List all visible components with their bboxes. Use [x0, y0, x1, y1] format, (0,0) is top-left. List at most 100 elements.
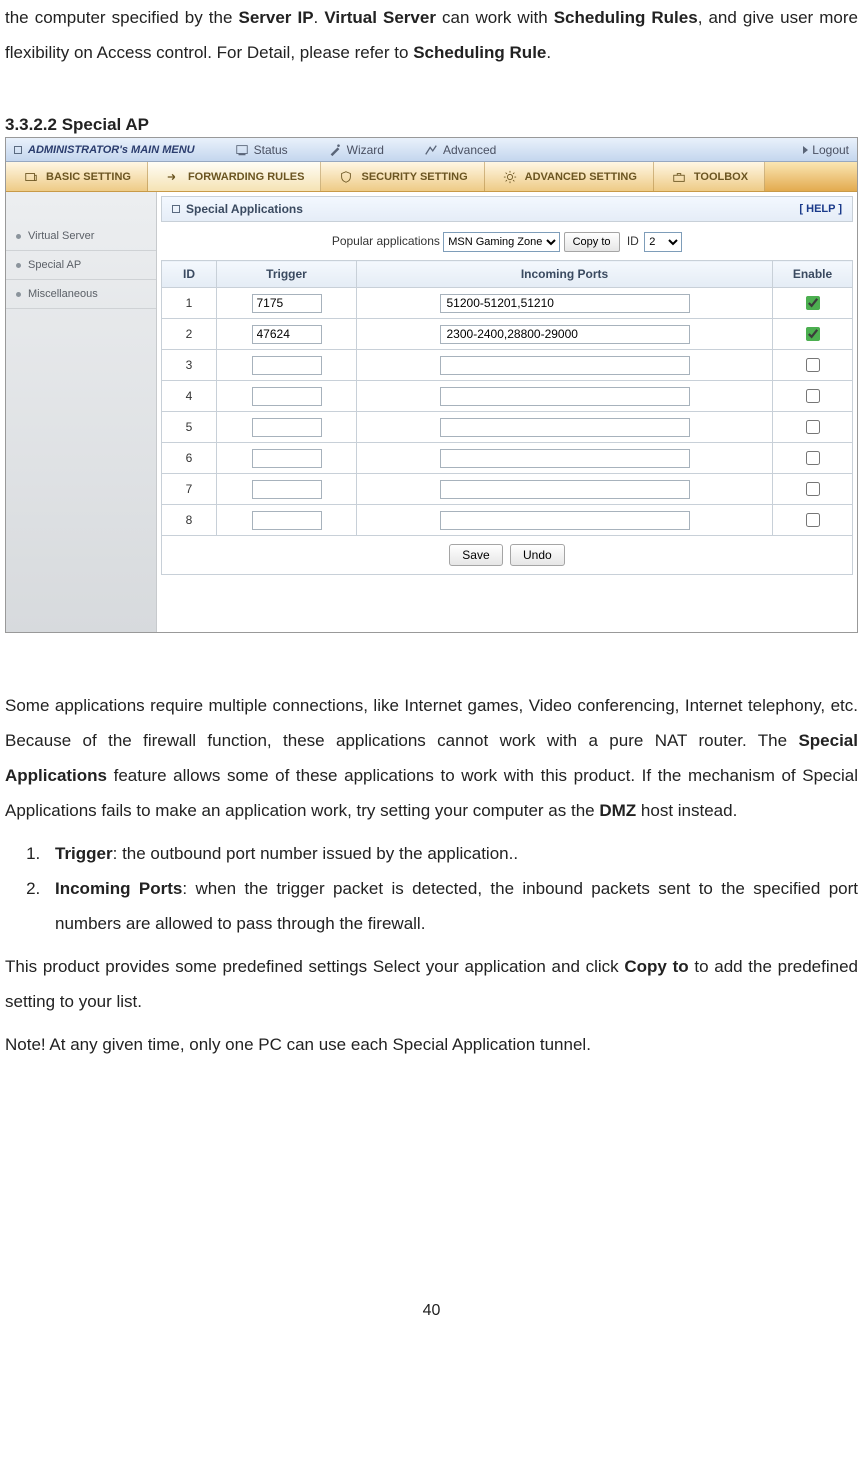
b: Trigger — [55, 844, 113, 863]
t: . — [546, 43, 551, 62]
definition-list: Trigger: the outbound port number issued… — [5, 836, 858, 941]
cell-trigger — [217, 381, 357, 412]
trigger-input[interactable] — [252, 449, 322, 468]
arrow-right-icon — [803, 146, 808, 154]
cell-id: 7 — [162, 474, 217, 505]
undo-button[interactable]: Undo — [510, 544, 565, 566]
incoming-ports-input[interactable] — [440, 449, 690, 468]
enable-checkbox[interactable] — [806, 358, 820, 372]
incoming-ports-input[interactable] — [440, 418, 690, 437]
cell-id: 3 — [162, 350, 217, 381]
trigger-input[interactable] — [252, 294, 322, 313]
trigger-input[interactable] — [252, 325, 322, 344]
cell-enable — [773, 412, 853, 443]
bullet-icon — [16, 263, 21, 268]
id-label: ID — [627, 234, 639, 248]
cell-id: 5 — [162, 412, 217, 443]
cell-trigger — [217, 474, 357, 505]
sidebar-item-label: Virtual Server — [28, 230, 94, 242]
tab-security-setting[interactable]: SECURITY SETTING — [321, 162, 484, 191]
b: Server IP — [238, 8, 313, 27]
top-menu-label: Wizard — [347, 143, 384, 157]
tab-label: BASIC SETTING — [46, 171, 131, 183]
basic-icon — [22, 170, 40, 184]
sidebar-item-virtual-server[interactable]: Virtual Server — [6, 222, 156, 251]
panel-title: Special Applications — [186, 202, 303, 216]
tab-label: SECURITY SETTING — [361, 171, 467, 183]
trigger-input[interactable] — [252, 387, 322, 406]
enable-checkbox[interactable] — [806, 513, 820, 527]
note-paragraph: Note! At any given time, only one PC can… — [5, 1027, 858, 1062]
trigger-input[interactable] — [252, 480, 322, 499]
enable-checkbox[interactable] — [806, 482, 820, 496]
enable-checkbox[interactable] — [806, 389, 820, 403]
enable-checkbox[interactable] — [806, 451, 820, 465]
enable-checkbox[interactable] — [806, 327, 820, 341]
tab-advanced-setting[interactable]: ADVANCED SETTING — [485, 162, 654, 191]
bullet-icon — [16, 292, 21, 297]
save-button[interactable]: Save — [449, 544, 502, 566]
tab-label: TOOLBOX — [694, 171, 748, 183]
logout-link[interactable]: Logout — [803, 143, 849, 157]
incoming-ports-input[interactable] — [440, 356, 690, 375]
trigger-input[interactable] — [252, 418, 322, 437]
table-row: 5 — [162, 412, 853, 443]
t: This product provides some predefined se… — [5, 957, 624, 976]
save-bar: Save Undo — [161, 536, 853, 575]
sidebar-item-miscellaneous[interactable]: Miscellaneous — [6, 280, 156, 309]
trigger-input[interactable] — [252, 356, 322, 375]
top-menu-status[interactable]: Status — [235, 143, 288, 157]
incoming-ports-input[interactable] — [440, 480, 690, 499]
copy-to-button[interactable]: Copy to — [564, 232, 620, 252]
top-menu-advanced[interactable]: Advanced — [424, 143, 496, 157]
cell-ports — [357, 288, 773, 319]
forwarding-icon — [164, 170, 182, 184]
cell-enable — [773, 319, 853, 350]
b: Scheduling Rules — [554, 8, 698, 27]
cell-trigger — [217, 288, 357, 319]
cell-enable — [773, 381, 853, 412]
enable-checkbox[interactable] — [806, 296, 820, 310]
cell-trigger — [217, 319, 357, 350]
b: DMZ — [599, 801, 636, 820]
popular-apps-select[interactable]: MSN Gaming Zone — [443, 232, 560, 252]
trigger-input[interactable] — [252, 511, 322, 530]
tab-forwarding-rules[interactable]: FORWARDING RULES — [148, 162, 322, 191]
page-number: 40 — [5, 1302, 858, 1320]
incoming-ports-input[interactable] — [440, 387, 690, 406]
intro-paragraph: the computer specified by the Server IP.… — [5, 0, 858, 70]
col-incoming-ports: Incoming Ports — [357, 261, 773, 288]
table-row: 1 — [162, 288, 853, 319]
tab-basic-setting[interactable]: BASIC SETTING — [6, 162, 148, 191]
enable-checkbox[interactable] — [806, 420, 820, 434]
table-row: 2 — [162, 319, 853, 350]
id-select[interactable]: 2 — [644, 232, 682, 252]
cell-enable — [773, 474, 853, 505]
cell-id: 2 — [162, 319, 217, 350]
status-icon — [235, 143, 249, 157]
t: the computer specified by the — [5, 8, 238, 27]
tab-toolbox[interactable]: TOOLBOX — [654, 162, 765, 191]
incoming-ports-input[interactable] — [440, 511, 690, 530]
help-link[interactable]: [ HELP ] — [799, 203, 842, 215]
table-row: 4 — [162, 381, 853, 412]
toolbox-icon — [670, 170, 688, 184]
b: Virtual Server — [324, 8, 436, 27]
top-menu-label: Status — [254, 143, 288, 157]
incoming-ports-input[interactable] — [440, 325, 690, 344]
top-menu-wizard[interactable]: Wizard — [328, 143, 384, 157]
cell-trigger — [217, 412, 357, 443]
popular-apps-label: Popular applications — [332, 234, 440, 248]
tab-label: ADVANCED SETTING — [525, 171, 637, 183]
tab-bar: BASIC SETTING FORWARDING RULES SECURITY … — [6, 162, 857, 192]
cell-ports — [357, 474, 773, 505]
cell-ports — [357, 319, 773, 350]
col-id: ID — [162, 261, 217, 288]
table-row: 3 — [162, 350, 853, 381]
sidebar-item-special-ap[interactable]: Special AP — [6, 251, 156, 280]
cell-id: 1 — [162, 288, 217, 319]
explanation-paragraph: Some applications require multiple conne… — [5, 688, 858, 828]
router-ui-screenshot: ADMINISTRATOR's MAIN MENU Status Wizard … — [5, 137, 858, 633]
cell-trigger — [217, 443, 357, 474]
incoming-ports-input[interactable] — [440, 294, 690, 313]
